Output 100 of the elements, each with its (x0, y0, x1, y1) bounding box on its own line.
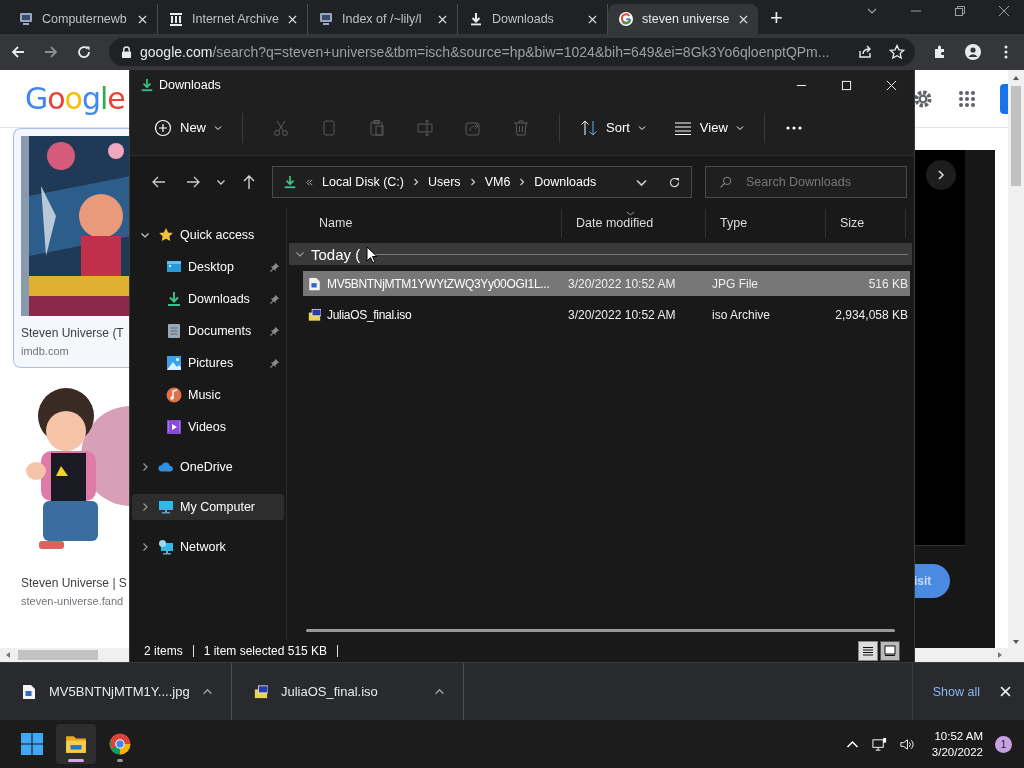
nav-item[interactable]: OneDrive (132, 454, 284, 480)
double-chevron-icon[interactable] (305, 177, 314, 187)
clock-date[interactable]: 3/20/2022 (931, 744, 983, 760)
chevron-right-icon[interactable] (518, 178, 527, 186)
refresh-icon[interactable] (668, 175, 681, 189)
nav-item[interactable]: My Computer (132, 494, 284, 520)
caret-up-icon[interactable] (202, 686, 213, 697)
search-field[interactable]: Search Downloads (705, 166, 907, 198)
chevron-icon[interactable] (140, 502, 150, 512)
column-header[interactable]: Size (826, 209, 906, 237)
command-menu-button[interactable]: New (148, 111, 228, 144)
maximize-icon[interactable] (841, 79, 852, 91)
scroll-left-icon[interactable] (4, 651, 12, 659)
star-icon[interactable] (889, 44, 905, 60)
result-source: steven-universe.fand (21, 595, 125, 607)
disc-image-icon (254, 683, 268, 700)
pin-icon[interactable] (269, 261, 280, 273)
folder-icon (65, 733, 87, 755)
nav-item[interactable]: Documents (132, 318, 284, 344)
share-icon[interactable] (857, 44, 873, 60)
scroll-thumb[interactable] (1011, 86, 1021, 186)
scroll-right-icon[interactable] (996, 651, 1004, 659)
download-icon (468, 11, 484, 27)
tiles-view-button[interactable] (880, 641, 900, 661)
notification-badge[interactable]: 1 (995, 735, 1012, 753)
image-file-icon (22, 683, 36, 700)
nav-item[interactable]: Desktop (132, 254, 284, 280)
network-icon[interactable] (871, 736, 887, 752)
breadcrumb[interactable]: Local Disk (C:) (322, 175, 404, 189)
rename-icon (416, 118, 434, 137)
command-menu-button[interactable]: Sort (574, 111, 652, 144)
breadcrumb[interactable]: Users (427, 175, 461, 189)
breadcrumb[interactable]: VM6 (484, 175, 511, 189)
chevron-icon[interactable] (140, 230, 150, 240)
nav-item[interactable]: Videos (132, 414, 284, 440)
horizontal-scrollbar[interactable] (306, 629, 895, 632)
google-logo[interactable]: Google (25, 81, 125, 116)
up-arrow-icon[interactable] (241, 174, 257, 190)
speaker-icon[interactable] (898, 736, 914, 752)
vertical-scrollbar[interactable] (1008, 70, 1024, 662)
chevron-icon[interactable] (140, 542, 150, 552)
back-icon[interactable] (10, 44, 26, 60)
nav-item[interactable]: Downloads (132, 286, 284, 312)
scrollbar-track[interactable] (914, 648, 1008, 662)
forward-icon[interactable] (185, 174, 201, 190)
image-result[interactable]: Steven Universe (T imdb.com (13, 128, 130, 368)
type-cell-text: JPG File (711, 276, 759, 291)
new-tab-button[interactable]: + (770, 7, 783, 29)
breadcrumb[interactable]: Downloads (534, 175, 597, 189)
taskbar-app[interactable] (56, 724, 96, 764)
scroll-thumb[interactable] (18, 650, 98, 660)
browser-tab[interactable]: steven universe (608, 4, 758, 34)
caret-up-icon[interactable] (434, 686, 445, 697)
result-title[interactable]: Steven Universe | S (21, 576, 130, 590)
item-count: 2 items (144, 644, 183, 658)
monitor-icon (18, 11, 34, 27)
group-header[interactable]: Today ( (289, 243, 912, 265)
chevron-down-icon[interactable] (216, 177, 226, 187)
file-row[interactable]: MV5BNTNjMTM1YWYtZWQ3Yy00OGI1L... 3/20/2022 10:52 AM JPG File 516 KB (303, 271, 910, 296)
restore-icon[interactable] (954, 5, 966, 17)
image-result[interactable]: Steven Universe | S steven-universe.fand (13, 376, 130, 618)
pin-icon[interactable] (269, 293, 280, 305)
horizontal-scrollbar[interactable] (0, 648, 130, 662)
apps-grid-icon[interactable] (958, 89, 976, 108)
column-header[interactable]: Name (305, 209, 562, 237)
size-cell-text: 2,934,058 KB (834, 307, 909, 322)
sign-in-button[interactable] (1000, 83, 1008, 114)
address-bar[interactable]: google.com/search?q=steven+universe&tbm=isch&source=hp&biw=1024&bih=649&ei=8Gk3Yo6qloenptQPm... (109, 38, 915, 66)
sort-arrows-icon (580, 118, 598, 137)
back-icon[interactable] (151, 174, 167, 190)
result-title[interactable]: Steven Universe (T (21, 326, 130, 340)
profile-icon[interactable] (965, 44, 981, 60)
result-source: imdb.com (21, 345, 70, 357)
chevron-right-icon[interactable] (411, 178, 420, 186)
close-icon[interactable] (998, 5, 1010, 17)
chevron-right-icon[interactable] (468, 178, 477, 186)
reload-icon[interactable] (76, 44, 92, 60)
size-cell-text: 516 KB (867, 276, 909, 291)
show-all-link[interactable]: Show all (932, 684, 980, 699)
details-view-button[interactable] (858, 641, 878, 661)
address-field[interactable]: Local Disk (C:) Users VM6 Downloads (272, 166, 692, 198)
column-header[interactable]: Date modified (562, 209, 706, 237)
chevron-icon[interactable] (140, 462, 150, 472)
clock-time[interactable]: 10:52 AM (934, 728, 983, 744)
nav-item[interactable]: Quick access (132, 222, 284, 248)
scroll-down-icon[interactable] (1012, 638, 1020, 646)
nav-item[interactable]: Pictures (132, 350, 284, 376)
monitor-icon (158, 499, 174, 515)
next-button[interactable] (926, 160, 956, 190)
file-name[interactable]: MV5BNTNjMTM1YWYtZWQ3Yy00OGI1L... (327, 276, 550, 291)
nav-item[interactable]: Network (132, 534, 284, 560)
pin-icon[interactable] (269, 357, 280, 369)
nav-item[interactable]: Music (132, 382, 284, 408)
scroll-up-icon[interactable] (1012, 74, 1020, 82)
column-header[interactable]: Type (706, 209, 826, 237)
desktop-icon (166, 259, 182, 275)
file-row[interactable]: JuliaOS_final.iso 3/20/2022 10:52 AM iso Archive 2,934,058 KB (303, 302, 910, 327)
file-name[interactable]: JuliaOS_final.iso (327, 307, 412, 322)
pin-icon[interactable] (269, 325, 280, 337)
command-menu-button[interactable]: View (667, 111, 750, 144)
